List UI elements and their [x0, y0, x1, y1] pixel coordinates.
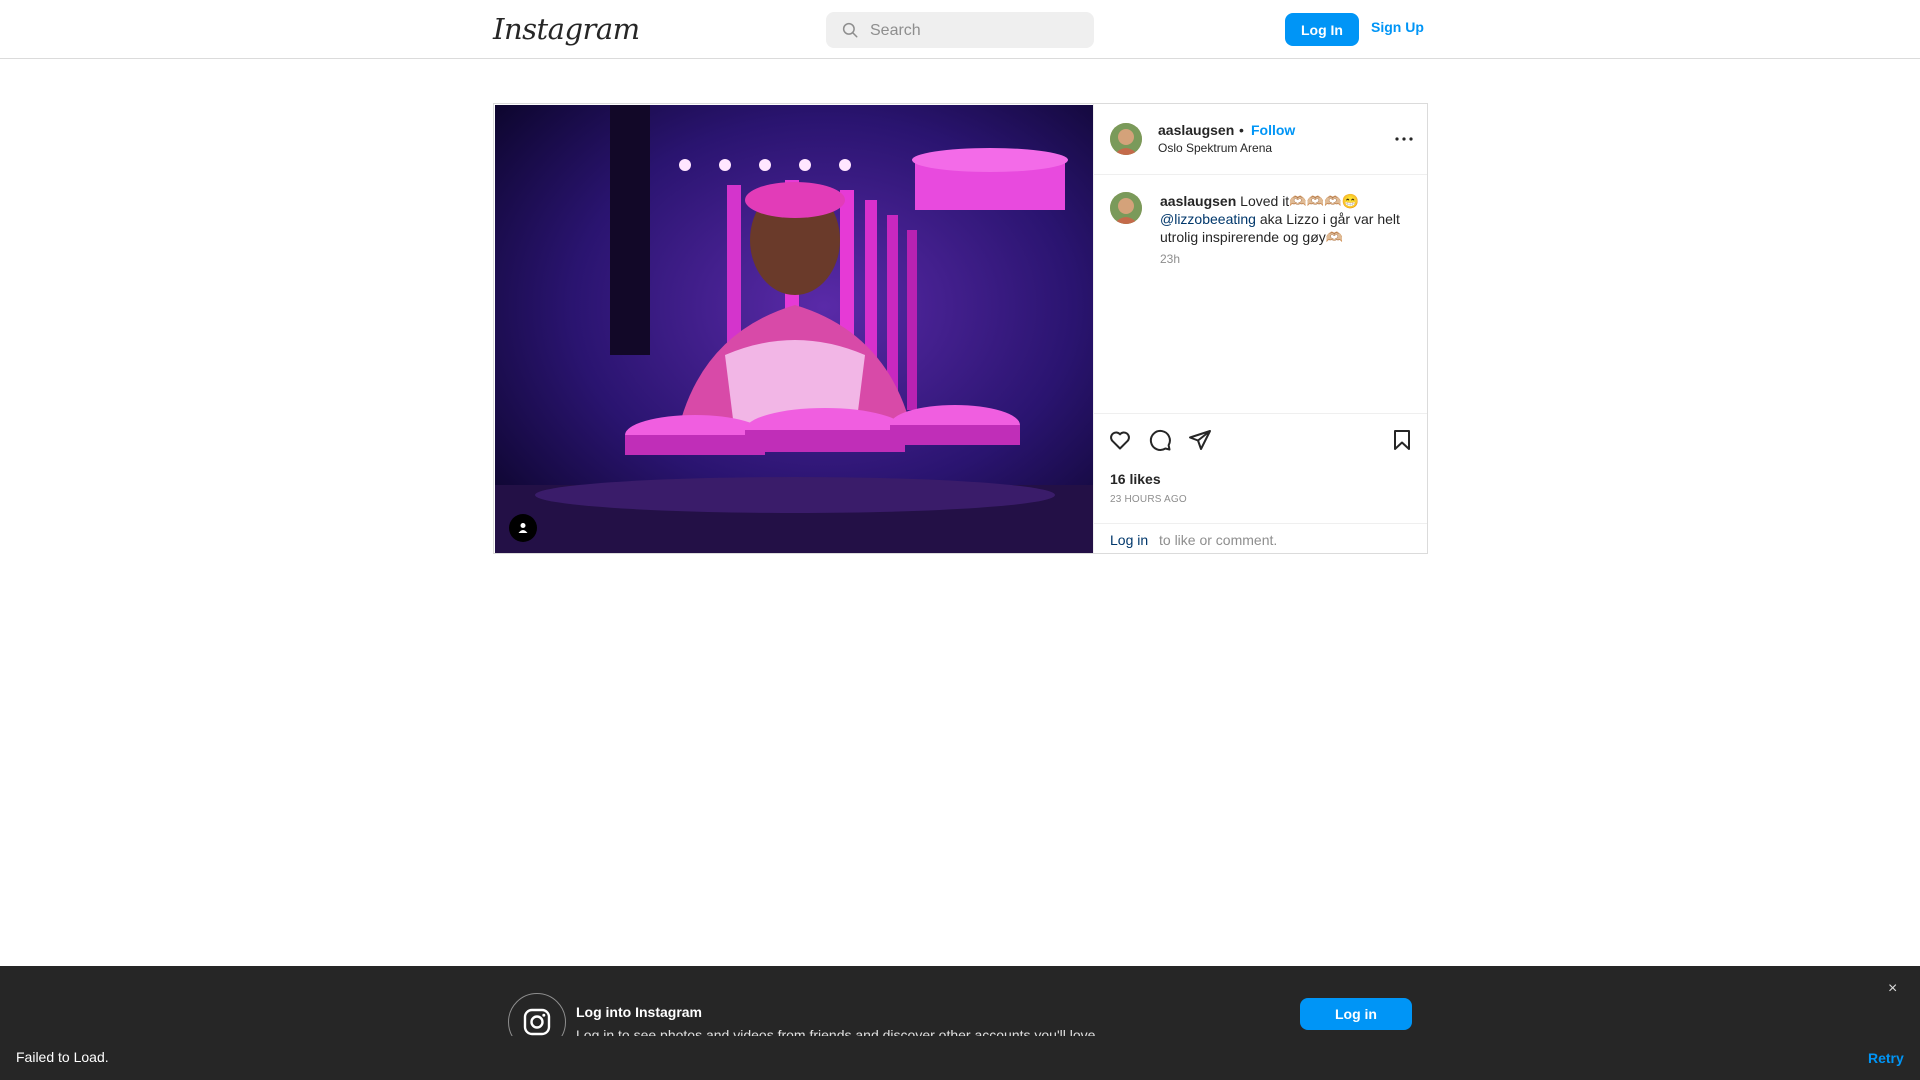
more-horizontal-icon[interactable] [1392, 131, 1416, 147]
instagram-logo[interactable]: Instagram [493, 12, 640, 46]
post-actions: 16 likes 23 HOURS AGO [1094, 413, 1427, 526]
caption-text-start: Loved it🫶🏼🫶🏼🫶🏼😁 [1240, 193, 1359, 209]
post-caption: aaslaugsen Loved it🫶🏼🫶🏼🫶🏼😁 @lizzobeeatin… [1160, 192, 1400, 246]
instagram-icon-circle [508, 993, 566, 1036]
caption-timestamp[interactable]: 23h [1160, 252, 1180, 266]
retry-button[interactable]: Retry [1868, 1050, 1904, 1066]
login-prompt-text: to like or comment. [1159, 532, 1278, 548]
tagged-users-button[interactable] [509, 514, 537, 542]
caption-avatar[interactable] [1110, 192, 1142, 224]
login-button[interactable]: Log In [1285, 13, 1359, 46]
search-input[interactable] [868, 12, 1087, 50]
comment-icon[interactable] [1148, 428, 1172, 452]
post-image[interactable] [495, 105, 1093, 553]
banner-subtitle: Log in to see photos and videos from fri… [576, 1027, 1100, 1036]
post-card: aaslaugsen • Follow Oslo Spektrum Arena … [493, 103, 1428, 554]
likes-count[interactable]: 16 likes [1110, 471, 1161, 487]
search-icon [842, 22, 858, 38]
bookmark-icon[interactable] [1390, 428, 1414, 452]
caption-mention[interactable]: @lizzobeeating [1160, 211, 1256, 227]
login-link[interactable]: Log in [1110, 532, 1148, 548]
search-box[interactable] [826, 12, 1094, 50]
user-icon [518, 523, 528, 533]
concert-photo [495, 105, 1093, 553]
share-icon[interactable] [1188, 428, 1212, 452]
post-header: aaslaugsen • Follow Oslo Spektrum Arena [1094, 104, 1427, 175]
heart-icon[interactable] [1108, 428, 1132, 452]
instagram-icon [523, 1008, 551, 1036]
top-navigation-bar: Instagram Log In Sign Up [0, 0, 1920, 59]
banner-login-button[interactable]: Log in [1300, 998, 1412, 1030]
signup-link[interactable]: Sign Up [1371, 19, 1424, 35]
post-location[interactable]: Oslo Spektrum Arena [1158, 141, 1272, 155]
avatar[interactable] [1110, 123, 1142, 155]
separator-dot: • [1239, 122, 1244, 138]
error-toast: Failed to Load. Retry [0, 1036, 1920, 1080]
login-prompt: Log in to like or comment. [1094, 523, 1427, 553]
post-timestamp[interactable]: 23 HOURS AGO [1110, 494, 1187, 505]
close-icon[interactable]: × [1888, 980, 1897, 998]
post-username[interactable]: aaslaugsen [1158, 122, 1234, 138]
caption-username[interactable]: aaslaugsen [1160, 193, 1236, 209]
login-banner: Log into Instagram Log in to see photos … [0, 966, 1920, 1036]
banner-title: Log into Instagram [576, 1004, 702, 1020]
post-sidebar: aaslaugsen • Follow Oslo Spektrum Arena … [1093, 104, 1427, 553]
follow-button[interactable]: Follow [1251, 122, 1295, 138]
error-message: Failed to Load. [16, 1049, 109, 1065]
